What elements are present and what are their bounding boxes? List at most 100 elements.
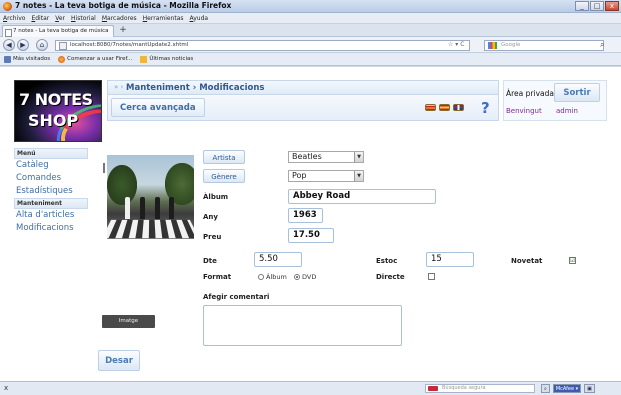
back-arrow-icon[interactable]: ◀ <box>3 39 15 51</box>
menu-view[interactable]: Ver <box>55 15 65 22</box>
welcome-text: Benvingut <box>506 107 542 115</box>
forward-arrow-icon[interactable]: ▶ <box>17 39 29 51</box>
maximize-button[interactable]: □ <box>590 1 604 11</box>
format-radio-dvd[interactable]: DVD <box>294 273 316 281</box>
format-radio-album[interactable]: Àlbum <box>258 273 287 281</box>
comment-textarea[interactable] <box>203 305 402 346</box>
bookmark-most-visited[interactable]: Más visitados <box>4 55 50 63</box>
private-area-box: Àrea privada Sortir Benvingut admin <box>503 80 607 121</box>
catalan-flag-icon[interactable] <box>425 104 436 111</box>
logo-text-line2: SHOP <box>28 111 79 130</box>
chevron-down-icon: ▼ <box>354 171 363 181</box>
sidebar-item-modifications[interactable]: Modificacions <box>14 222 88 235</box>
new-label: Novetat <box>511 257 543 265</box>
cover-figure <box>169 197 174 219</box>
chevron-down-icon: ▼ <box>354 152 363 162</box>
sidebar: Menú Catàleg Comandes Estadístiques Mant… <box>14 148 88 243</box>
menu-history[interactable]: Historial <box>71 15 96 22</box>
reload-icon[interactable]: ☆ ▾ C <box>448 41 464 48</box>
radio-icon <box>258 274 264 280</box>
bookmark-getting-started[interactable]: Comenzar a usar Firef... <box>58 55 132 63</box>
help-icon[interactable]: ? <box>481 99 490 117</box>
sidebar-item-orders[interactable]: Comandes <box>14 172 88 185</box>
addon-icon[interactable]: ▣ <box>584 384 595 393</box>
format-dvd-label: DVD <box>302 273 317 281</box>
comment-label: Afegir comentari <box>203 293 270 301</box>
firefox-icon <box>3 2 12 11</box>
image-button[interactable]: Imatge <box>102 315 155 328</box>
year-field[interactable]: 1963 <box>288 208 323 223</box>
menu-tools[interactable]: Herramientas <box>143 15 184 22</box>
breadcrumb-bar: » › Manteniment › Modificacions <box>107 80 499 95</box>
private-area-label: Àrea privada <box>506 89 554 98</box>
breadcrumb-arrow-icon: » › <box>114 83 124 91</box>
album-label: Àlbum <box>203 193 229 201</box>
new-checkbox[interactable]: ☑ <box>569 257 576 264</box>
spanish-flag-icon[interactable] <box>439 104 450 111</box>
search-icon[interactable]: ⌕ <box>541 384 550 393</box>
username-link[interactable]: admin <box>556 107 578 115</box>
direct-checkbox[interactable] <box>428 273 435 280</box>
price-field[interactable]: 17.50 <box>288 228 334 243</box>
sidebar-item-catalog[interactable]: Catàleg <box>14 159 88 172</box>
bookmark-latest-news[interactable]: Últimas noticias <box>140 55 193 63</box>
menu-bar: Archivo Editar Ver Historial Marcadores … <box>0 13 621 24</box>
menu-bookmarks[interactable]: Marcadores <box>102 15 137 22</box>
sidebar-item-add-articles[interactable]: Alta d'articles <box>14 209 88 222</box>
cover-figure <box>155 197 160 219</box>
navigation-bar: ◀ ▶ ⌂ localhost:8080/7notes/mantUpdate2.… <box>0 37 621 53</box>
price-label: Preu <box>203 233 222 241</box>
format-label: Format <box>203 273 232 281</box>
logout-button[interactable]: Sortir <box>554 83 600 102</box>
genre-select-value: Pop <box>292 171 307 180</box>
discount-label: Dte <box>203 257 217 265</box>
minimize-button[interactable]: _ <box>575 1 589 11</box>
english-flag-icon[interactable] <box>453 104 464 111</box>
close-icon[interactable]: x <box>4 384 8 392</box>
home-icon[interactable]: ⌂ <box>36 39 48 51</box>
browser-tab[interactable]: 7 notes - La teva botiga de música <box>2 25 114 37</box>
search-icon[interactable]: ⌕ <box>600 40 604 50</box>
direct-label: Directe <box>376 273 405 281</box>
folder-icon <box>4 55 11 63</box>
advanced-search-button[interactable]: Cerca avançada <box>111 98 205 117</box>
artist-button[interactable]: Artista <box>203 150 245 164</box>
window-title: 7 notes - La teva botiga de música - Moz… <box>15 1 232 10</box>
sidebar-maintenance-header: Manteniment <box>14 198 88 209</box>
web-search-input[interactable]: Google <box>484 40 604 51</box>
cover-crosswalk <box>107 219 194 239</box>
url-bar[interactable]: localhost:8080/7notes/mantUpdate2.xhtml <box>55 40 470 51</box>
close-window-button[interactable]: x <box>605 1 619 11</box>
window-titlebar: 7 notes - La teva botiga de música - Moz… <box>0 0 621 13</box>
radio-selected-icon <box>294 274 300 280</box>
cover-tree-left <box>107 165 137 205</box>
album-field[interactable]: Abbey Road <box>288 189 436 204</box>
new-tab-button[interactable]: + <box>117 26 129 36</box>
status-bar: x Búsqueda segura ⌕ McAfee ▾ ▣ <box>0 381 621 395</box>
format-album-label: Àlbum <box>266 273 287 281</box>
discount-field[interactable]: 5.50 <box>254 252 302 267</box>
menu-edit[interactable]: Editar <box>31 15 49 22</box>
stock-field[interactable]: 15 <box>426 252 474 267</box>
genre-select[interactable]: Pop ▼ <box>288 170 364 182</box>
secure-search-input[interactable]: Búsqueda segura <box>425 384 535 393</box>
menu-file[interactable]: Archivo <box>3 15 25 22</box>
mcafee-button[interactable]: McAfee ▾ <box>552 384 582 393</box>
tab-bar: 7 notes - La teva botiga de música + <box>0 24 621 37</box>
shop-logo[interactable]: 7 NOTES SHOP <box>14 80 102 142</box>
artist-select[interactable]: Beatles ▼ <box>288 151 364 163</box>
menu-help[interactable]: Ayuda <box>190 15 209 22</box>
genre-button[interactable]: Gènere <box>203 169 245 183</box>
album-cover-image <box>107 155 194 239</box>
page-content: 7 NOTES SHOP » › Manteniment › Modificac… <box>0 67 621 381</box>
logo-text-line1: 7 NOTES <box>19 90 93 109</box>
firefox-icon <box>58 55 66 63</box>
rss-icon <box>140 55 148 63</box>
artist-select-value: Beatles <box>292 152 322 161</box>
resize-grip[interactable] <box>103 163 105 173</box>
save-button[interactable]: Desar <box>98 350 140 371</box>
sidebar-item-statistics[interactable]: Estadístiques <box>14 185 88 198</box>
stock-label: Estoc <box>376 257 398 265</box>
cover-figure <box>140 197 145 219</box>
bookmarks-bar: Más visitados Comenzar a usar Firef... Ú… <box>0 53 621 66</box>
